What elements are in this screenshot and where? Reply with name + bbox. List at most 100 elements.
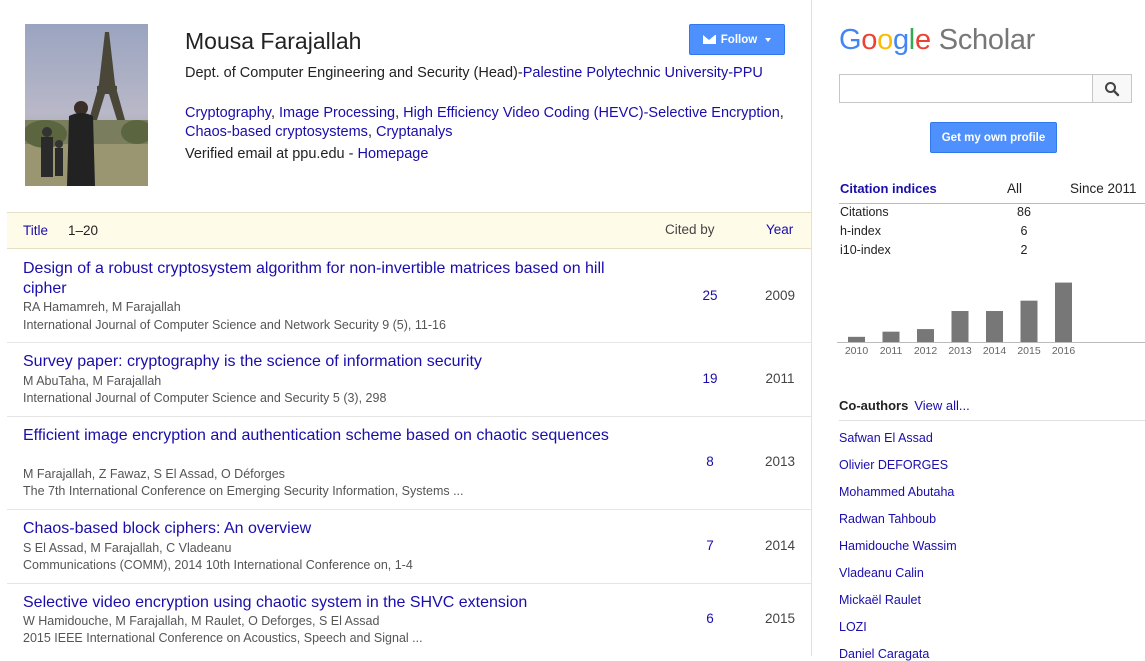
interest-link[interactable]: Image Processing: [279, 105, 395, 121]
publication-row: Efficient image encryption and authentic…: [7, 417, 811, 510]
coauthor-link[interactable]: Safwan El Assad: [839, 431, 933, 445]
citations-per-year-chart: 2010 2011 2012 2013 2014 2015 2016: [837, 282, 1145, 357]
publication-authors: S El Assad, M Farajallah, C Vladeanu: [23, 541, 232, 555]
publication-title[interactable]: Selective video encryption using chaotic…: [23, 593, 623, 613]
view-all-coauthors-link[interactable]: View all...: [914, 398, 969, 413]
chart-tick-label: 2015: [1017, 345, 1041, 357]
chart-bar-2015[interactable]: [1020, 300, 1038, 342]
chevron-down-icon: [765, 37, 772, 42]
logo-scholar: Scholar: [938, 24, 1036, 56]
citation-row-since: 6: [1130, 224, 1145, 238]
interest-link[interactable]: Cryptography: [185, 105, 271, 121]
cited-by-count[interactable]: 8: [690, 454, 730, 469]
search-icon: [1105, 82, 1120, 97]
coauthor-link[interactable]: Daniel Caragata: [839, 647, 929, 661]
coauthor-link[interactable]: Olivier DEFORGES: [839, 458, 948, 472]
publication-title[interactable]: Efficient image encryption and authentic…: [23, 426, 623, 446]
cited-by-count[interactable]: 25: [690, 288, 730, 303]
column-all: All: [1007, 181, 1023, 196]
homepage-link[interactable]: Homepage: [358, 146, 429, 162]
search-input[interactable]: [839, 74, 1092, 103]
publication-row: Design of a robust cryptosystem algorith…: [7, 249, 811, 343]
affiliation-text: Dept. of Computer Engineering and Securi…: [185, 65, 523, 81]
publications-table-header: Title 1–20 Cited by Year: [7, 212, 811, 249]
column-since: Since 2011: [1070, 181, 1137, 196]
cited-by-count[interactable]: 6: [690, 611, 730, 626]
publication-title[interactable]: Chaos-based block ciphers: An overview: [23, 519, 623, 539]
publication-title[interactable]: Survey paper: cryptography is the scienc…: [23, 352, 623, 372]
chart-bar-2011[interactable]: [882, 331, 900, 342]
coauthor-link[interactable]: LOZI: [839, 620, 867, 634]
envelope-icon: [702, 35, 716, 44]
publication-venue: Communications (COMM), 2014 10th Interna…: [23, 558, 413, 572]
publication-authors: M Farajallah, Z Fawaz, S El Assad, O Déf…: [23, 467, 285, 481]
publication-year: 2009: [764, 288, 796, 303]
interest-link[interactable]: Chaos-based cryptosystems: [185, 124, 368, 140]
sidebar: Google Scholar Get my own profile Citatio…: [812, 0, 1145, 661]
citation-row-all: 86: [1017, 205, 1031, 219]
publication-authors: W Hamidouche, M Farajallah, M Raulet, O …: [23, 614, 380, 628]
coauthor-link[interactable]: Radwan Tahboub: [839, 512, 936, 526]
chart-tick-label: 2011: [880, 345, 903, 357]
citation-row: h-index 6 6: [840, 224, 1145, 243]
chart-tick-label: 2010: [845, 345, 869, 357]
publication-venue: The 7th International Conference on Emer…: [23, 484, 464, 498]
coauthor-link[interactable]: Mickaël Raulet: [839, 593, 921, 607]
citation-row-label: Citations: [840, 205, 889, 219]
chart-bar-2013[interactable]: [951, 311, 969, 342]
verified-email: Verified email at ppu.edu - Homepage: [185, 146, 428, 162]
sort-by-year[interactable]: Year: [766, 222, 793, 237]
sort-by-cited[interactable]: Cited by: [665, 222, 715, 237]
coauthors-label: Co-authors: [839, 398, 909, 413]
publication-authors: M AbuTaha, M Farajallah: [23, 374, 162, 388]
divider: [839, 420, 1145, 421]
citation-row-all: 2: [1020, 243, 1028, 257]
coauthors-heading: Co-authors View all...: [839, 398, 970, 413]
publication-title[interactable]: Design of a robust cryptosystem algorith…: [23, 259, 623, 299]
profile-name: Mousa Farajallah: [185, 28, 362, 54]
publication-year: 2015: [764, 611, 796, 626]
result-range: 1–20: [68, 223, 99, 238]
chart-bar-2016[interactable]: [1055, 282, 1072, 342]
get-own-profile-button[interactable]: Get my own profile: [930, 122, 1057, 153]
follow-button[interactable]: Follow: [689, 24, 785, 55]
publication-venue: International Journal of Computer Scienc…: [23, 318, 446, 332]
coauthor-link[interactable]: Mohammed Abutaha: [839, 485, 954, 499]
cited-by-count[interactable]: 19: [690, 371, 730, 386]
publication-venue: 2015 IEEE International Conference on Ac…: [23, 631, 423, 645]
publication-venue: International Journal of Computer Scienc…: [23, 391, 387, 405]
affiliation-link[interactable]: Palestine Polytechnic University-PPU: [523, 65, 763, 81]
profile-interests: Cryptography, Image Processing, High Eff…: [185, 105, 784, 140]
chart-tick-label: 2016: [1052, 345, 1076, 357]
google-scholar-logo[interactable]: Google Scholar: [839, 24, 1035, 57]
citation-row-since: 82: [1130, 205, 1145, 219]
interest-link[interactable]: Cryptanalys: [376, 124, 453, 140]
publication-row: Selective video encryption using chaotic…: [7, 584, 811, 656]
profile-photo: [25, 24, 148, 186]
citation-row-all: 6: [1020, 224, 1028, 238]
chart-tick-label: 2014: [983, 345, 1007, 357]
citation-row: i10-index 2 2: [840, 243, 1145, 262]
citation-row-label: i10-index: [840, 243, 891, 257]
citation-row-since: 2: [1130, 243, 1145, 257]
profile-affiliation: Dept. of Computer Engineering and Securi…: [185, 64, 795, 82]
citation-row-label: h-index: [840, 224, 881, 238]
search-button[interactable]: [1092, 74, 1132, 103]
publication-row: Chaos-based block ciphers: An overview S…: [7, 510, 811, 584]
citation-indices-title[interactable]: Citation indices: [840, 181, 937, 196]
publication-row: Survey paper: cryptography is the scienc…: [7, 343, 811, 417]
interest-link[interactable]: High Efficiency Video Coding (HEVC)-Sele…: [403, 105, 780, 121]
citation-indices-header: Citation indices All Since 2011: [839, 181, 1145, 204]
publication-year: 2011: [765, 371, 795, 386]
coauthor-link[interactable]: Vladeanu Calin: [839, 566, 924, 580]
publication-authors: RA Hamamreh, M Farajallah: [23, 300, 181, 314]
coauthor-link[interactable]: Hamidouche Wassim: [839, 539, 957, 553]
chart-bar-2012[interactable]: [917, 329, 934, 342]
chart-bar-2010[interactable]: [848, 336, 865, 342]
sort-by-title[interactable]: Title: [23, 223, 48, 238]
citation-row: Citations 86 82: [840, 205, 1145, 224]
chart-tick-label: 2013: [948, 345, 972, 357]
cited-by-count[interactable]: 7: [690, 538, 730, 553]
chart-tick-label: 2012: [914, 345, 938, 357]
chart-bar-2014[interactable]: [986, 311, 1003, 342]
